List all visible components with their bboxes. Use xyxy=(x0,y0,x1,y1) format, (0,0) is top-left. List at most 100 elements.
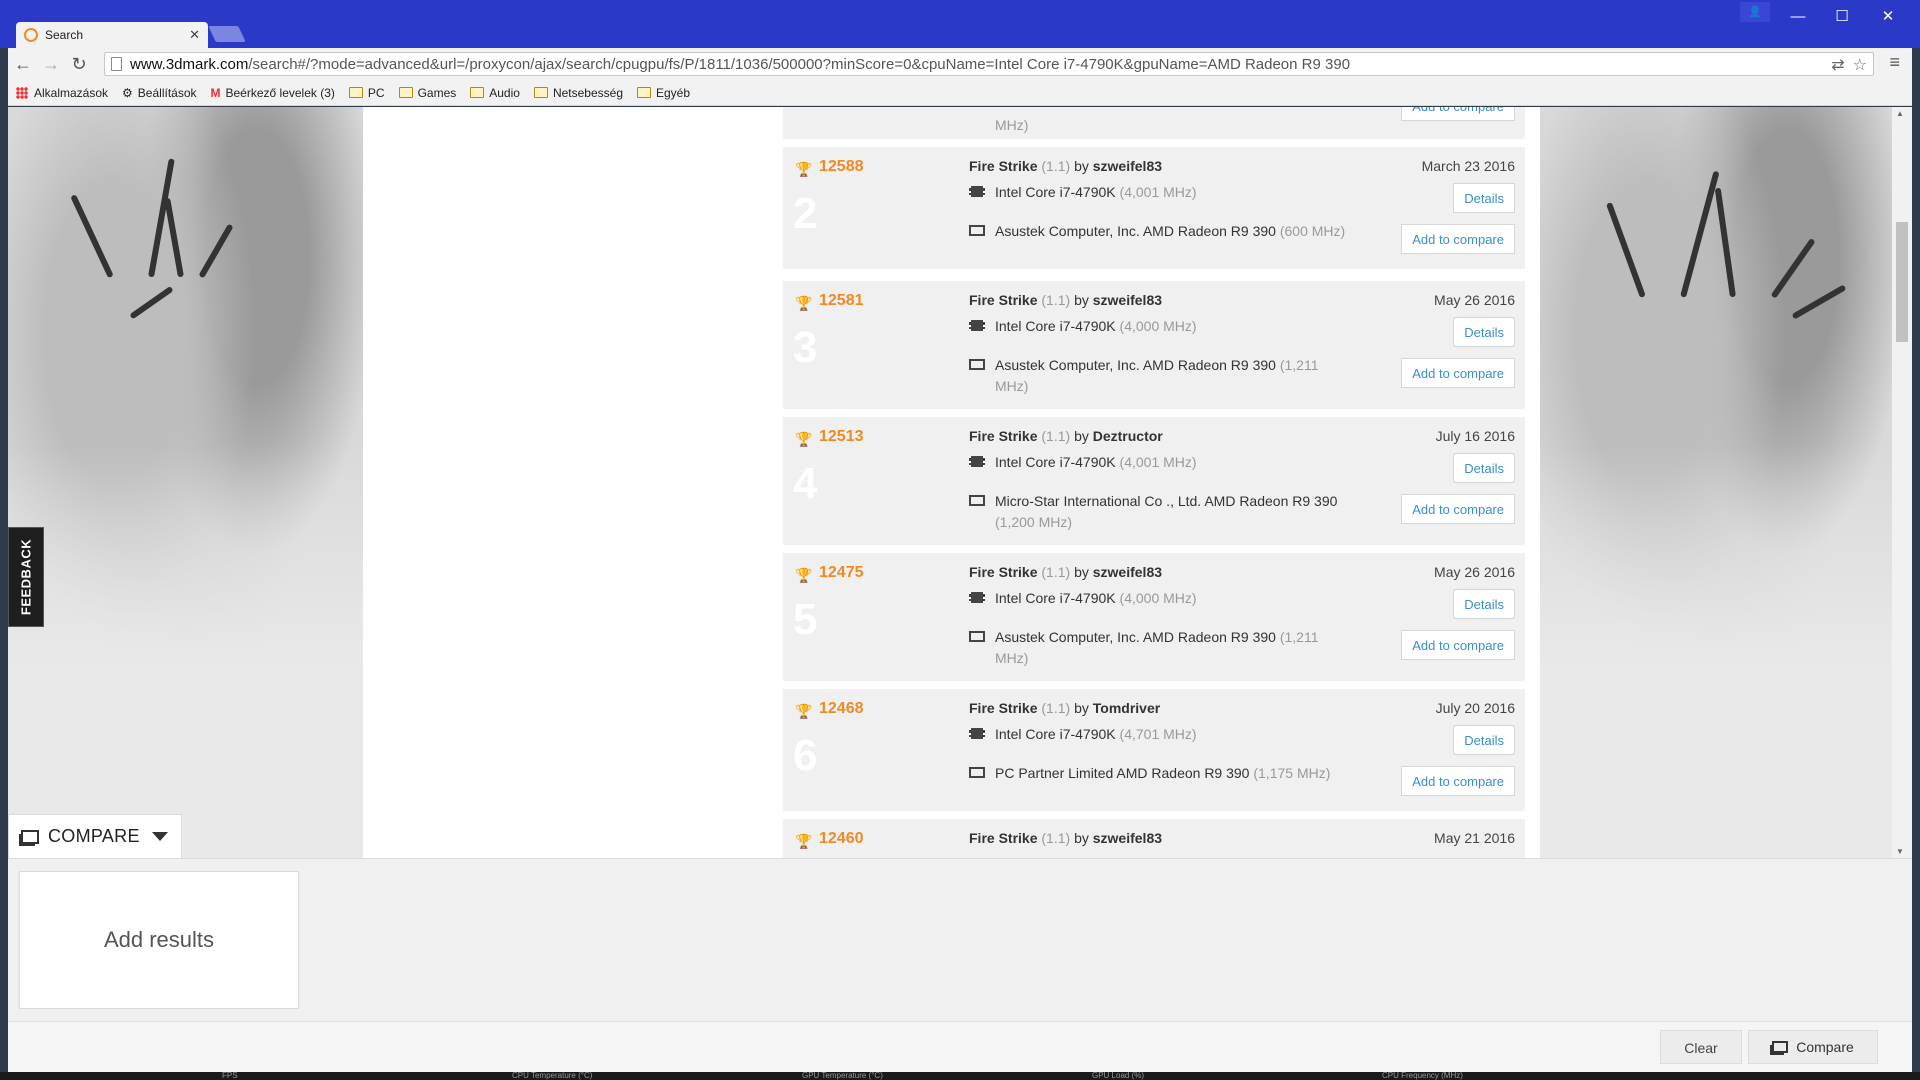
result-test: Fire Strike (1.1) by Deztructor xyxy=(969,428,1163,444)
browser-tab[interactable]: Search ✕ xyxy=(16,22,208,48)
gpu-icon xyxy=(969,359,985,370)
bookmark-folder-pc[interactable]: PC xyxy=(348,86,385,100)
new-tab-button[interactable] xyxy=(208,26,246,42)
result-score[interactable]: 12588 xyxy=(819,158,864,176)
result-user[interactable]: Tomdriver xyxy=(1093,700,1160,716)
compare-panel: Add results Clear Compare xyxy=(8,858,1912,1073)
result-test: Fire Strike (1.1) by szweifel83 xyxy=(969,830,1163,846)
result-user[interactable]: szweifel83 xyxy=(1093,564,1162,580)
result-user[interactable]: szweifel83 xyxy=(1093,158,1162,174)
clear-button[interactable]: Clear xyxy=(1660,1030,1742,1064)
result-card: 🏆 12460 Fire Strike (1.1) by szweifel83 … xyxy=(783,819,1525,858)
result-card: 🏆 12588 2 Fire Strike (1.1) by szweifel8… xyxy=(783,147,1525,269)
background-art-left xyxy=(8,107,363,858)
result-date: March 23 2016 xyxy=(1421,158,1515,174)
page-viewport: MHz) Add to compare 🏆 12588 2 Fire Strik… xyxy=(8,107,1892,858)
bookmark-folder-audio[interactable]: Audio xyxy=(470,86,520,100)
result-test: Fire Strike (1.1) by Tomdriver xyxy=(969,700,1161,716)
details-button[interactable]: Details xyxy=(1453,453,1515,483)
back-arrow-icon[interactable]: ← xyxy=(10,51,36,77)
cpu-icon xyxy=(969,456,985,467)
add-to-compare-button[interactable]: Add to compare xyxy=(1401,358,1515,388)
chrome-menu-icon[interactable]: ≡ xyxy=(1889,52,1900,73)
details-button[interactable]: Details xyxy=(1453,589,1515,619)
translate-icon[interactable]: ⇄ xyxy=(1831,55,1844,75)
result-score[interactable]: 12460 xyxy=(819,830,864,848)
result-rank: 6 xyxy=(793,731,818,780)
result-rank: 3 xyxy=(793,323,818,372)
profile-icon[interactable]: 👤 xyxy=(1740,2,1770,22)
result-gpu: Asustek Computer, Inc. AMD Radeon R9 390… xyxy=(969,355,1349,397)
result-user[interactable]: szweifel83 xyxy=(1093,830,1162,846)
scroll-up-icon[interactable]: ▲ xyxy=(1896,109,1904,118)
bookmark-apps[interactable]: Alkalmazások xyxy=(16,86,108,100)
page-icon xyxy=(111,57,122,71)
cpu-icon xyxy=(969,592,985,603)
bookmark-folder-netsebesseg[interactable]: Netsebesség xyxy=(533,86,623,100)
folder-icon xyxy=(637,87,651,98)
result-user[interactable]: Deztructor xyxy=(1093,428,1163,444)
gmail-icon: M xyxy=(210,85,221,100)
trophy-icon: 🏆 xyxy=(795,161,813,177)
gpu-icon xyxy=(969,631,985,642)
result-cpu: Intel Core i7-4790K (4,000 MHz) xyxy=(969,316,1349,337)
feedback-button[interactable]: FEEDBACK xyxy=(8,527,44,627)
page-scrollbar[interactable]: ▲ ▼ xyxy=(1892,107,1912,858)
forward-arrow-icon[interactable]: → xyxy=(38,51,64,77)
details-button[interactable]: Details xyxy=(1453,725,1515,755)
cpu-icon xyxy=(969,320,985,331)
url-text[interactable]: www.3dmark.com/search#/?mode=advanced&ur… xyxy=(130,56,1350,73)
result-date: July 16 2016 xyxy=(1435,428,1515,444)
maximize-icon[interactable]: ☐ xyxy=(1824,6,1860,28)
result-score[interactable]: 12513 xyxy=(819,428,864,446)
result-gpu: Asustek Computer, Inc. AMD Radeon R9 390… xyxy=(969,627,1349,669)
result-gpu: Asustek Computer, Inc. AMD Radeon R9 390… xyxy=(969,221,1349,242)
compare-toggle[interactable]: COMPARE xyxy=(8,814,182,858)
result-card: 🏆 12581 3 Fire Strike (1.1) by szweifel8… xyxy=(783,281,1525,409)
add-results-label: Add results xyxy=(103,927,215,952)
bookmark-gmail[interactable]: M Beérkező levelek (3) xyxy=(211,86,335,100)
result-score[interactable]: 12581 xyxy=(819,292,864,310)
add-to-compare-button[interactable]: Add to compare xyxy=(1401,107,1515,121)
gpu-icon xyxy=(969,767,985,778)
result-rank: 5 xyxy=(793,595,818,644)
tab-title: Search xyxy=(45,28,84,42)
add-results-slot[interactable]: Add results xyxy=(19,871,299,1009)
tab-close-icon[interactable]: ✕ xyxy=(189,27,200,43)
result-score[interactable]: 12468 xyxy=(819,700,864,718)
close-window-icon[interactable]: ✕ xyxy=(1870,6,1906,28)
results-content: MHz) Add to compare 🏆 12588 2 Fire Strik… xyxy=(363,107,1540,858)
result-score[interactable]: 12475 xyxy=(819,564,864,582)
cpu-icon xyxy=(969,186,985,197)
result-card: 🏆 12513 4 Fire Strike (1.1) by Deztructo… xyxy=(783,417,1525,545)
add-to-compare-button[interactable]: Add to compare xyxy=(1401,224,1515,254)
minimize-icon[interactable]: — xyxy=(1780,6,1816,28)
trophy-icon: 🏆 xyxy=(795,703,813,719)
compare-footer: Clear Compare xyxy=(8,1021,1912,1073)
reload-icon[interactable]: ↻ xyxy=(66,51,92,77)
add-to-compare-button[interactable]: Add to compare xyxy=(1401,766,1515,796)
bookmark-folder-egyeb[interactable]: Egyéb xyxy=(637,86,690,100)
bookmark-star-icon[interactable]: ☆ xyxy=(1853,55,1867,75)
details-button[interactable]: Details xyxy=(1453,183,1515,213)
bookmark-folder-games[interactable]: Games xyxy=(398,86,456,100)
result-user[interactable]: szweifel83 xyxy=(1093,292,1162,308)
result-date: May 21 2016 xyxy=(1434,830,1515,846)
compare-tab-label: COMPARE xyxy=(48,826,140,846)
result-card: 🏆 12468 6 Fire Strike (1.1) by Tomdriver… xyxy=(783,689,1525,811)
scroll-thumb[interactable] xyxy=(1896,222,1908,342)
address-bar[interactable]: www.3dmark.com/search#/?mode=advanced&ur… xyxy=(104,52,1874,76)
compare-button[interactable]: Compare xyxy=(1748,1030,1878,1064)
scroll-down-icon[interactable]: ▼ xyxy=(1896,847,1904,856)
browser-toolbar: ← → ↻ www.3dmark.com/search#/?mode=advan… xyxy=(8,48,1912,80)
trophy-icon: 🏆 xyxy=(795,431,813,447)
cpu-icon xyxy=(969,728,985,739)
details-button[interactable]: Details xyxy=(1453,317,1515,347)
add-to-compare-button[interactable]: Add to compare xyxy=(1401,630,1515,660)
result-rank: 4 xyxy=(793,459,818,508)
gpu-icon xyxy=(969,225,985,236)
add-to-compare-button[interactable]: Add to compare xyxy=(1401,494,1515,524)
monitor-label: GPU Load (%) xyxy=(1092,1071,1145,1080)
result-card: MHz) Add to compare xyxy=(783,107,1525,139)
bookmark-settings[interactable]: ⚙ Beállítások xyxy=(122,86,196,100)
